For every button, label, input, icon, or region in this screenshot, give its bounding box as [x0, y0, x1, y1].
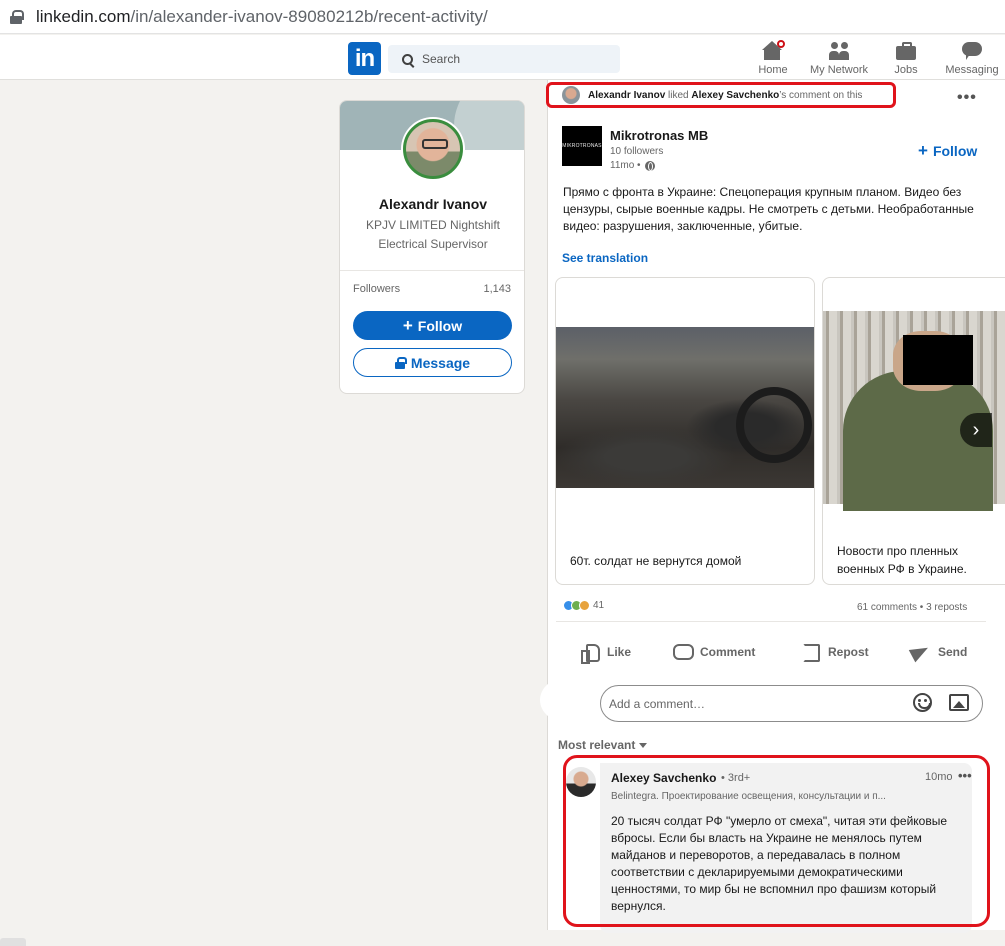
profile-headline: KPJV LIMITED Nightshift Electrical Super…: [365, 218, 501, 251]
card-caption: Новости про пленных военных РФ в Украине…: [837, 544, 967, 576]
lock-icon: [10, 9, 24, 24]
carousel-next-icon[interactable]: ›: [960, 413, 992, 447]
company-follow-button[interactable]: + Follow: [918, 141, 977, 161]
see-translation-link[interactable]: See translation: [562, 251, 648, 265]
post-menu-icon[interactable]: •••: [957, 89, 977, 107]
network-icon: [828, 41, 850, 61]
like-button[interactable]: Like: [579, 640, 631, 664]
caret-down-icon: [639, 742, 648, 748]
divider: [556, 621, 986, 622]
profile-message-button[interactable]: Message: [353, 348, 512, 377]
censor-block: [903, 335, 973, 385]
followers-label: Followers: [353, 283, 401, 295]
post-text: Прямо с фронта в Украине: Спецоперация к…: [563, 185, 974, 233]
card-image: [556, 327, 814, 488]
notification-badge: [775, 38, 787, 50]
linkedin-logo[interactable]: in: [348, 42, 381, 75]
comment-icon: [672, 642, 694, 662]
url-text[interactable]: linkedin.com/in/alexander-ivanov-8908021…: [36, 7, 488, 27]
top-navigation: in Home My Network Jobs Messaging: [0, 35, 1005, 80]
current-user-avatar: [540, 678, 590, 722]
send-button[interactable]: Send: [910, 640, 967, 664]
globe-icon: [644, 160, 655, 171]
profile-follow-button[interactable]: + Follow: [353, 311, 512, 340]
nav-my-network[interactable]: My Network: [806, 41, 872, 76]
nav-jobs[interactable]: Jobs: [888, 41, 924, 76]
profile-avatar[interactable]: [401, 117, 465, 181]
search-input[interactable]: [422, 52, 612, 66]
post-stats[interactable]: 61 comments • 3 reposts: [857, 602, 967, 613]
plus-icon: +: [918, 141, 928, 160]
profile-name[interactable]: Alexandr Ivanov: [340, 196, 524, 212]
repost-button[interactable]: Repost: [800, 640, 869, 664]
message-icon: [961, 41, 983, 61]
followers-count: 1,143: [483, 283, 511, 295]
post-time: 11mo •: [610, 160, 655, 171]
plus-icon: +: [402, 315, 413, 335]
card-caption: 60т. солдат не вернутся домой: [570, 554, 742, 568]
highlight-annotation: [563, 755, 990, 927]
activity-header: Alexandr Ivanov liked Alexey Savchenko’s…: [546, 82, 896, 108]
search-bar[interactable]: [388, 45, 620, 73]
insightful-reaction-icon: [579, 600, 590, 611]
profile-photo: [403, 119, 463, 179]
emoji-icon[interactable]: [913, 693, 932, 712]
activity-target[interactable]: Alexey Savchenko: [691, 90, 779, 101]
send-icon: [910, 642, 930, 662]
like-icon: [579, 642, 600, 664]
bottom-scroll-tab: [0, 938, 26, 946]
home-icon: [762, 38, 787, 61]
lock-icon: [394, 356, 407, 369]
actor-avatar[interactable]: [562, 86, 580, 104]
reactions-summary[interactable]: 41: [563, 600, 604, 611]
company-followers: 10 followers: [610, 146, 664, 157]
company-logo[interactable]: MIKROTRONAS: [562, 126, 602, 166]
card-image: [823, 311, 1005, 511]
nav-home[interactable]: Home: [755, 38, 791, 76]
activity-actor[interactable]: Alexandr Ivanov: [588, 90, 665, 101]
carousel-card[interactable]: 60т. солдат не вернутся домой: [555, 277, 815, 585]
divider: [340, 270, 524, 271]
image-icon[interactable]: [949, 694, 969, 711]
briefcase-icon: [895, 41, 917, 61]
search-icon: [402, 53, 413, 65]
browser-url-bar[interactable]: linkedin.com/in/alexander-ivanov-8908021…: [0, 0, 1005, 34]
repost-icon: [800, 642, 820, 662]
nav-messaging[interactable]: Messaging: [942, 41, 1002, 76]
comment-sort-dropdown[interactable]: Most relevant: [558, 738, 648, 752]
company-name[interactable]: Mikrotronas MB: [610, 128, 708, 143]
profile-card: Alexandr Ivanov KPJV LIMITED Nightshift …: [339, 100, 525, 394]
comment-button[interactable]: Comment: [672, 640, 755, 664]
